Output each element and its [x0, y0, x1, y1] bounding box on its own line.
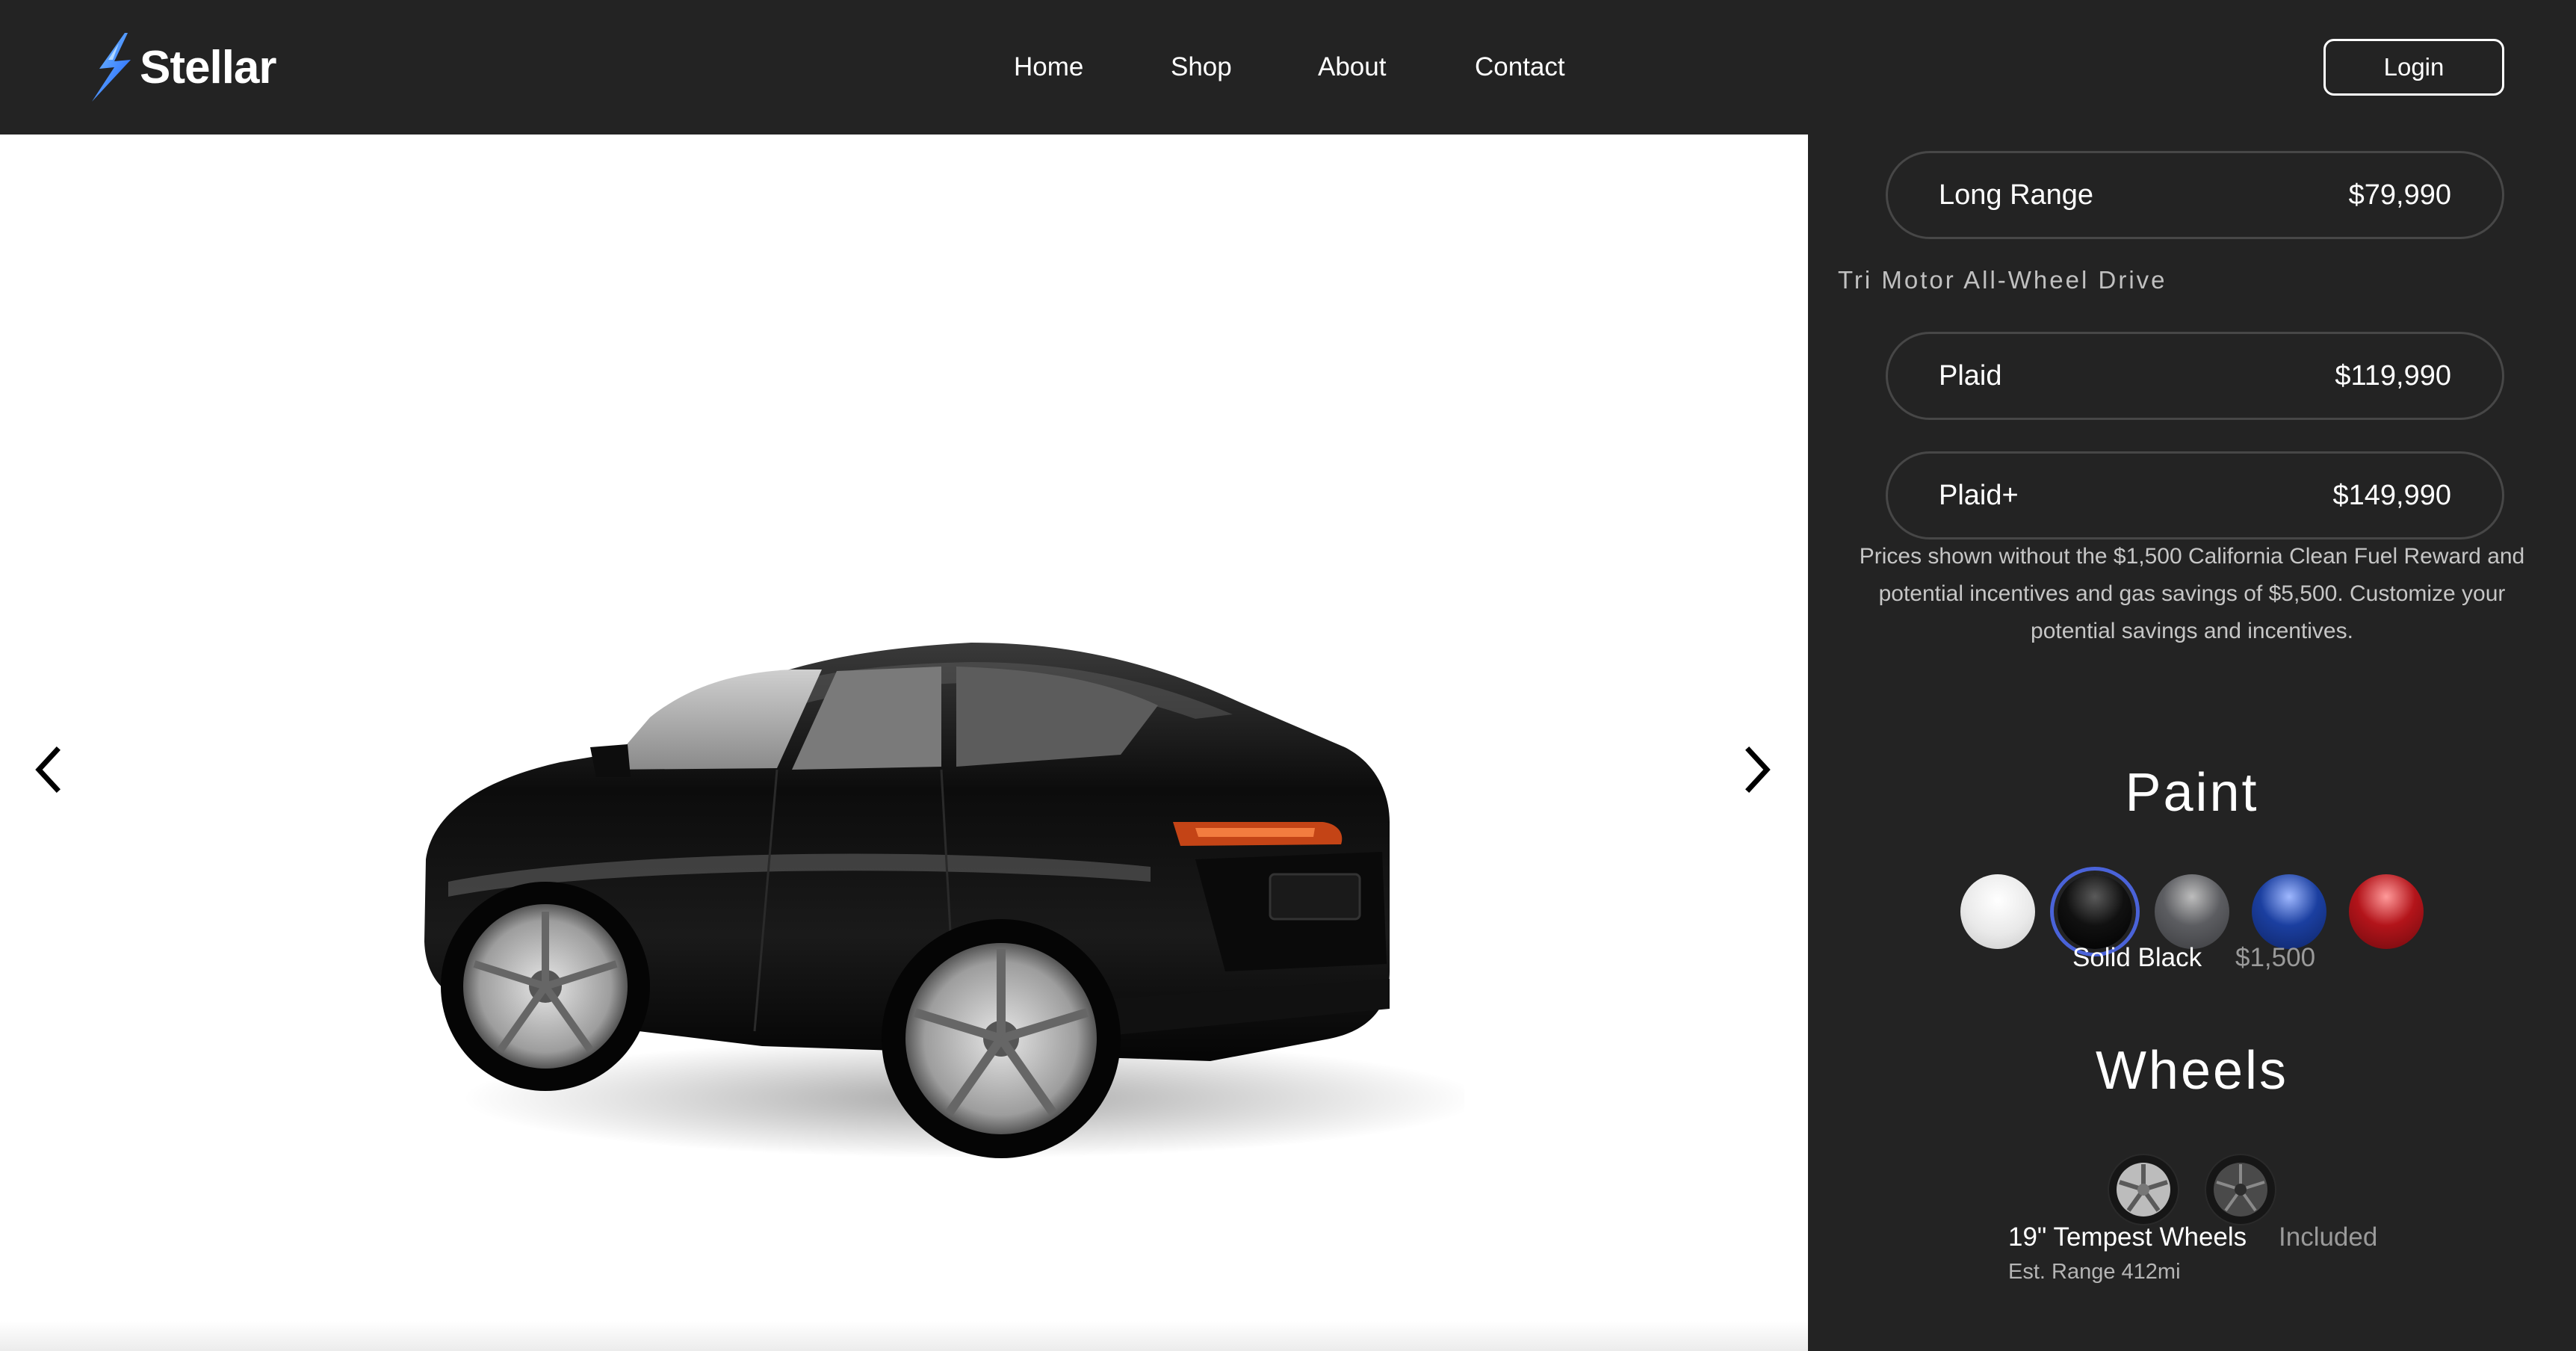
- car-viewer: [0, 135, 1808, 1351]
- wheel-options: [1808, 1154, 2576, 1225]
- trim-price: $79,990: [2348, 179, 2451, 211]
- trim-name: Plaid+: [1939, 479, 2019, 511]
- nav-link-home[interactable]: Home: [1014, 45, 1083, 90]
- wheel-selected-label: 19" Tempest Wheels: [2008, 1222, 2247, 1252]
- wheel-option-tempest[interactable]: [2108, 1154, 2179, 1225]
- next-image-button[interactable]: [1728, 732, 1788, 807]
- drive-heading: Tri Motor All-Wheel Drive: [1838, 266, 2167, 294]
- trim-option-plaid[interactable]: Plaid $119,990: [1886, 332, 2504, 420]
- brand-logo-link[interactable]: Stellar: [86, 30, 277, 105]
- trim-price: $149,990: [2332, 479, 2452, 511]
- nav-link-about[interactable]: About: [1318, 45, 1386, 90]
- brand-name: Stellar: [140, 41, 277, 93]
- paint-swatch-red[interactable]: [2349, 874, 2424, 949]
- chevron-right-icon: [1745, 746, 1771, 793]
- trim-option-plaid-plus[interactable]: Plaid+ $149,990: [1886, 451, 2504, 540]
- wheel-range: Est. Range 412mi: [2008, 1260, 2181, 1284]
- trim-name: Long Range: [1939, 179, 2094, 211]
- dark-wheel-icon: [2206, 1155, 2275, 1224]
- paint-swatch-blue[interactable]: [2252, 874, 2326, 949]
- nav-link-contact[interactable]: Contact: [1475, 45, 1565, 90]
- trim-name: Plaid: [1939, 359, 2002, 392]
- paint-swatches: [1808, 874, 2576, 949]
- navbar: Stellar Home Shop About Contact Login: [0, 0, 2576, 135]
- car-image: [424, 643, 1464, 1158]
- price-disclaimer: Prices shown without the $1,500 Californ…: [1859, 544, 2525, 643]
- paint-swatch-white[interactable]: [1960, 874, 2035, 949]
- trim-option-long-range[interactable]: Long Range $79,990: [1886, 151, 2504, 239]
- paint-selected-label: Solid Black: [2072, 943, 2202, 972]
- prev-image-button[interactable]: [18, 732, 78, 807]
- wheel-selected-price: Included: [2279, 1222, 2378, 1252]
- trim-price: $119,990: [2335, 359, 2451, 392]
- wheels-title: Wheels: [2095, 1041, 2289, 1101]
- nav-link-shop[interactable]: Shop: [1171, 45, 1232, 90]
- viewer-bottom-shade: [0, 1321, 1808, 1351]
- paint-swatch-gray[interactable]: [2155, 874, 2229, 949]
- wheel-option-dark[interactable]: [2205, 1154, 2276, 1225]
- lightning-bolt-icon: [92, 33, 131, 102]
- paint-swatch-black[interactable]: [2058, 874, 2132, 949]
- paint-selected-price: $1,500: [2235, 943, 2316, 972]
- login-button[interactable]: Login: [2323, 39, 2504, 96]
- configurator-panel: Long Range $79,990 Tri Motor All-Wheel D…: [1808, 135, 2576, 1351]
- chevron-left-icon: [35, 746, 61, 793]
- tempest-wheel-icon: [2109, 1155, 2178, 1224]
- paint-title: Paint: [2125, 763, 2259, 823]
